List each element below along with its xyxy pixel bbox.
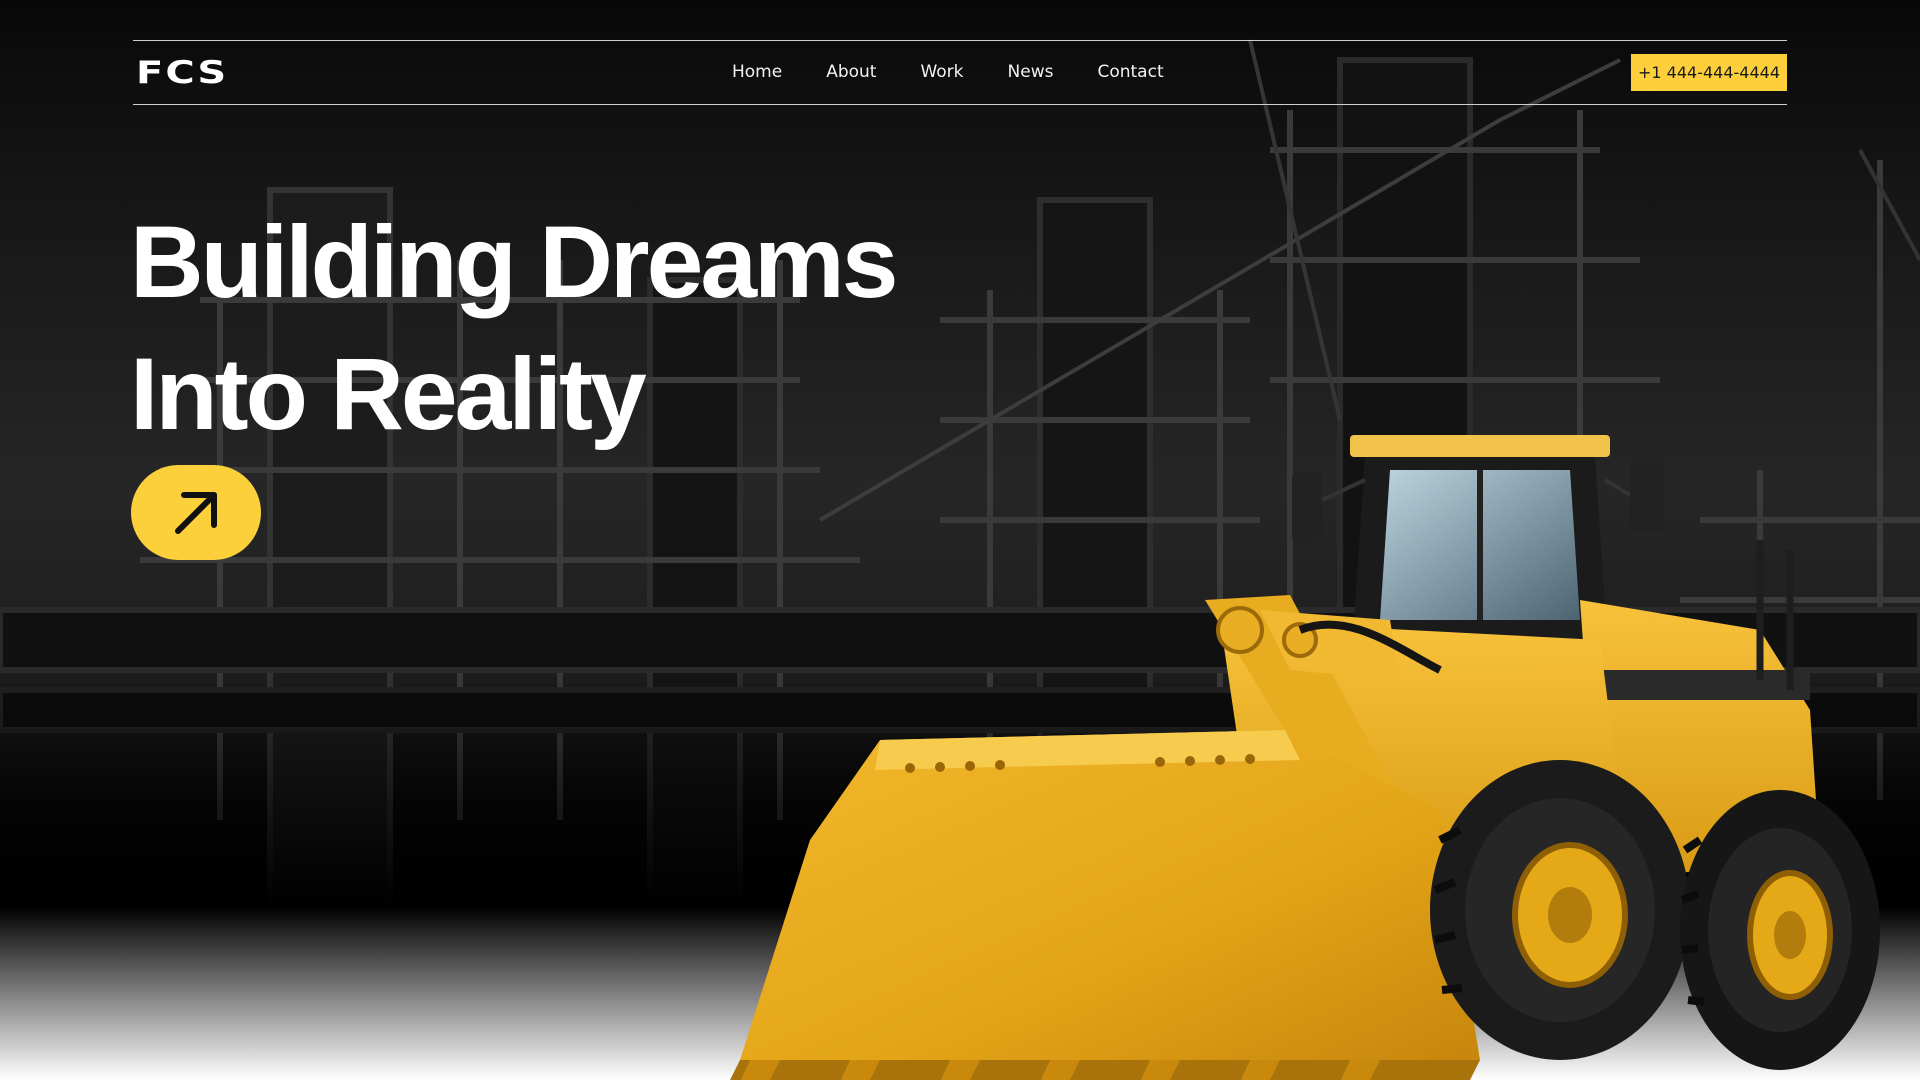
nav-contact[interactable]: Contact [1097,62,1163,82]
nav-about[interactable]: About [826,62,876,82]
headline-line-2: Into Reality [130,337,647,451]
hero-page: FCS Home About Work News Contact +1 444-… [0,0,1920,1080]
headline-line-1: Building Dreams [130,205,898,319]
site-header: FCS Home About Work News Contact +1 444-… [133,40,1787,105]
main-nav: Home About Work News Contact [732,41,1208,103]
arrow-up-right-icon [175,491,217,534]
wheel-loader-image [730,435,1880,1080]
logo[interactable]: FCS [136,55,228,91]
cta-arrow-button[interactable] [131,465,261,560]
hero-headline: Building Dreams Into Reality [130,196,898,460]
nav-work[interactable]: Work [920,62,963,82]
nav-news[interactable]: News [1008,62,1054,82]
nav-home[interactable]: Home [732,62,782,82]
phone-button[interactable]: +1 444-444-4444 [1631,54,1787,91]
